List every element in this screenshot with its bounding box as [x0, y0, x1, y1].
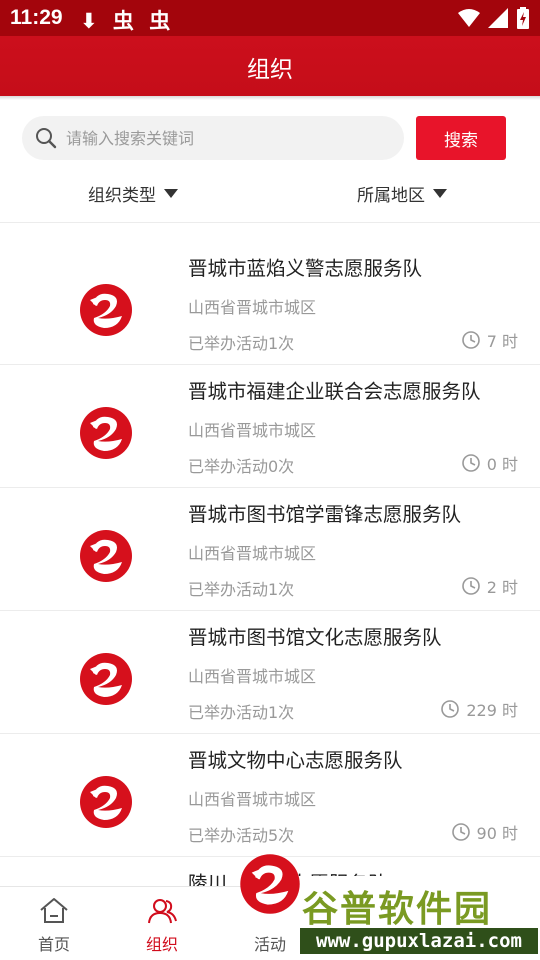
page-title: 组织	[247, 57, 293, 83]
organization-name: 晋城文物中心志愿服务队	[188, 749, 403, 772]
clock-icon	[461, 331, 480, 349]
caret-down-icon	[433, 188, 447, 198]
watermark-url: www.gupuxlazai.com	[300, 928, 538, 954]
home-icon	[40, 898, 68, 923]
volunteer-logo-icon	[80, 530, 132, 582]
organization-area: 山西省晋城市城区	[188, 421, 317, 440]
organization-hours-value: 2 时	[486, 578, 518, 597]
filter-region[interactable]: 所属地区	[357, 180, 447, 206]
organization-name: 晋城市蓝焰义警志愿服务队	[188, 257, 423, 280]
header-shadow	[0, 96, 540, 100]
notification-icons: ⬇ 虫 虫	[80, 9, 175, 33]
organization-area: 山西省晋城市城区	[188, 790, 317, 809]
nav-organization[interactable]: 组织	[108, 887, 216, 960]
organization-hours-value: 0 时	[486, 455, 518, 474]
organization-hours: 2 时	[461, 574, 518, 598]
organization-activity-count: 已举办活动0次	[188, 457, 295, 476]
organization-activity-count: 已举办活动1次	[188, 703, 295, 722]
clock-icon	[451, 823, 470, 841]
volunteer-logo-icon	[240, 854, 300, 914]
organization-area: 山西省晋城市城区	[188, 667, 317, 686]
organization-hours: 90 时	[451, 820, 518, 844]
filter-org-type[interactable]: 组织类型	[88, 180, 178, 206]
watermark: 谷普软件园 www.gupuxlazai.com	[296, 876, 540, 960]
battery-icon	[517, 7, 529, 29]
caret-down-icon	[164, 188, 178, 198]
organization-item[interactable]: 晋城市福建企业联合会志愿服务队 山西省晋城市城区 已举办活动0次 0 时	[0, 365, 540, 488]
status-bar: 11:29 ⬇ 虫 虫	[0, 0, 540, 36]
status-time: 11:29	[10, 6, 63, 29]
nav-home-label: 首页	[37, 935, 70, 954]
organization-area: 山西省晋城市城区	[188, 298, 317, 317]
nav-organization-label: 组织	[145, 935, 178, 954]
organization-item[interactable]: 晋城市图书馆学雷锋志愿服务队 山西省晋城市城区 已举办活动1次 2 时	[0, 488, 540, 611]
nav-home[interactable]: 首页	[0, 887, 108, 960]
volunteer-logo-icon	[80, 653, 132, 705]
volunteer-logo-icon	[80, 284, 132, 336]
clock-icon	[461, 454, 480, 472]
organization-item[interactable]: 晋城市图书馆文化志愿服务队 山西省晋城市城区 已举办活动1次 229 时	[0, 611, 540, 734]
signal-icon	[488, 8, 508, 28]
organization-hours-value: 7 时	[486, 332, 518, 351]
watermark-name: 谷普软件园	[302, 889, 493, 930]
organization-activity-count: 已举办活动1次	[188, 334, 295, 353]
divider	[0, 222, 540, 223]
people-icon	[148, 899, 177, 924]
volunteer-logo-icon	[80, 407, 132, 459]
clock-icon	[461, 577, 480, 595]
app-header: 组织	[0, 36, 540, 96]
volunteer-logo-icon	[80, 776, 132, 828]
organization-hours: 0 时	[461, 451, 518, 475]
organization-hours: 229 时	[440, 697, 518, 721]
search-icon	[36, 128, 57, 149]
organization-activity-count: 已举办活动1次	[188, 580, 295, 599]
search-input[interactable]	[66, 116, 396, 160]
search-button[interactable]: 搜索	[416, 116, 506, 160]
organization-name: 晋城市福建企业联合会志愿服务队	[188, 380, 481, 403]
filter-region-label: 所属地区	[357, 185, 425, 206]
filter-org-type-label: 组织类型	[88, 185, 156, 206]
organization-area: 山西省晋城市城区	[188, 544, 317, 563]
search-box[interactable]	[22, 116, 404, 160]
organization-item[interactable]: 晋城市蓝焰义警志愿服务队 山西省晋城市城区 已举办活动1次 7 时	[0, 242, 540, 365]
organization-hours: 7 时	[461, 328, 518, 352]
wifi-icon	[458, 9, 480, 27]
organization-name: 晋城市图书馆学雷锋志愿服务队	[188, 503, 462, 526]
organization-item[interactable]: 晋城文物中心志愿服务队 山西省晋城市城区 已举办活动5次 90 时	[0, 734, 540, 857]
organization-hours-value: 229 时	[466, 701, 518, 720]
organization-activity-count: 已举办活动5次	[188, 826, 295, 845]
clock-icon	[441, 700, 460, 718]
organization-name: 晋城市图书馆文化志愿服务队	[188, 626, 442, 649]
organization-hours-value: 90 时	[476, 824, 518, 843]
status-right-icons	[458, 7, 530, 29]
